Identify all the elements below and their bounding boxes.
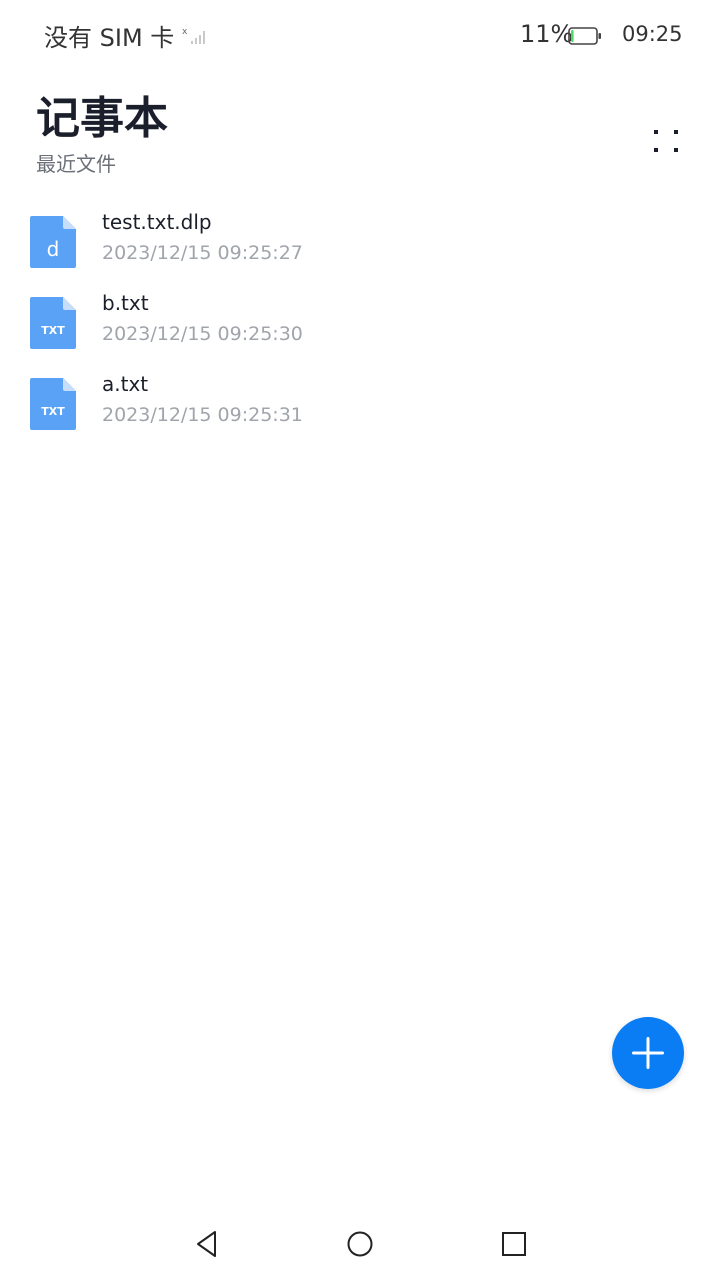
recent-files-list: d test.txt.dlp 2023/12/15 09:25:27 TXT b… (0, 200, 720, 443)
file-name: b.txt (102, 291, 149, 315)
status-bar: 没有 SIM 卡 x 11% 09:25 (0, 0, 720, 72)
back-icon[interactable] (193, 1228, 221, 1260)
file-name: a.txt (102, 372, 149, 396)
svg-text:TXT: TXT (41, 405, 65, 418)
more-options-button[interactable] (644, 120, 688, 164)
file-modified-time: 2023/12/15 09:25:27 (102, 242, 303, 264)
txt-file-icon: TXT (30, 378, 76, 430)
svg-text:TXT: TXT (41, 324, 65, 337)
battery-percent: 11% (520, 20, 574, 48)
list-item[interactable]: TXT b.txt 2023/12/15 09:25:30 (0, 281, 720, 362)
plus-icon (632, 1037, 664, 1069)
file-modified-time: 2023/12/15 09:25:31 (102, 404, 303, 426)
clock: 09:25 (622, 22, 683, 46)
txt-file-icon: TXT (30, 297, 76, 349)
more-dots-icon (654, 130, 678, 152)
recent-apps-icon[interactable] (500, 1230, 528, 1258)
svg-text:d: d (47, 237, 60, 261)
list-item[interactable]: TXT a.txt 2023/12/15 09:25:31 (0, 362, 720, 443)
section-subtitle: 最近文件 (36, 152, 116, 176)
file-name: test.txt.dlp (102, 210, 212, 234)
signal-icon: x (182, 27, 205, 44)
system-nav-bar (0, 1210, 720, 1280)
home-icon[interactable] (346, 1230, 374, 1258)
file-modified-time: 2023/12/15 09:25:30 (102, 323, 303, 345)
list-item[interactable]: d test.txt.dlp 2023/12/15 09:25:27 (0, 200, 720, 281)
carrier-label: 没有 SIM 卡 (44, 24, 175, 52)
battery-icon (568, 27, 601, 45)
page-title: 记事本 (36, 93, 168, 144)
dlp-file-icon: d (30, 216, 76, 268)
add-note-button[interactable] (612, 1017, 684, 1089)
svg-text:x: x (182, 27, 188, 37)
